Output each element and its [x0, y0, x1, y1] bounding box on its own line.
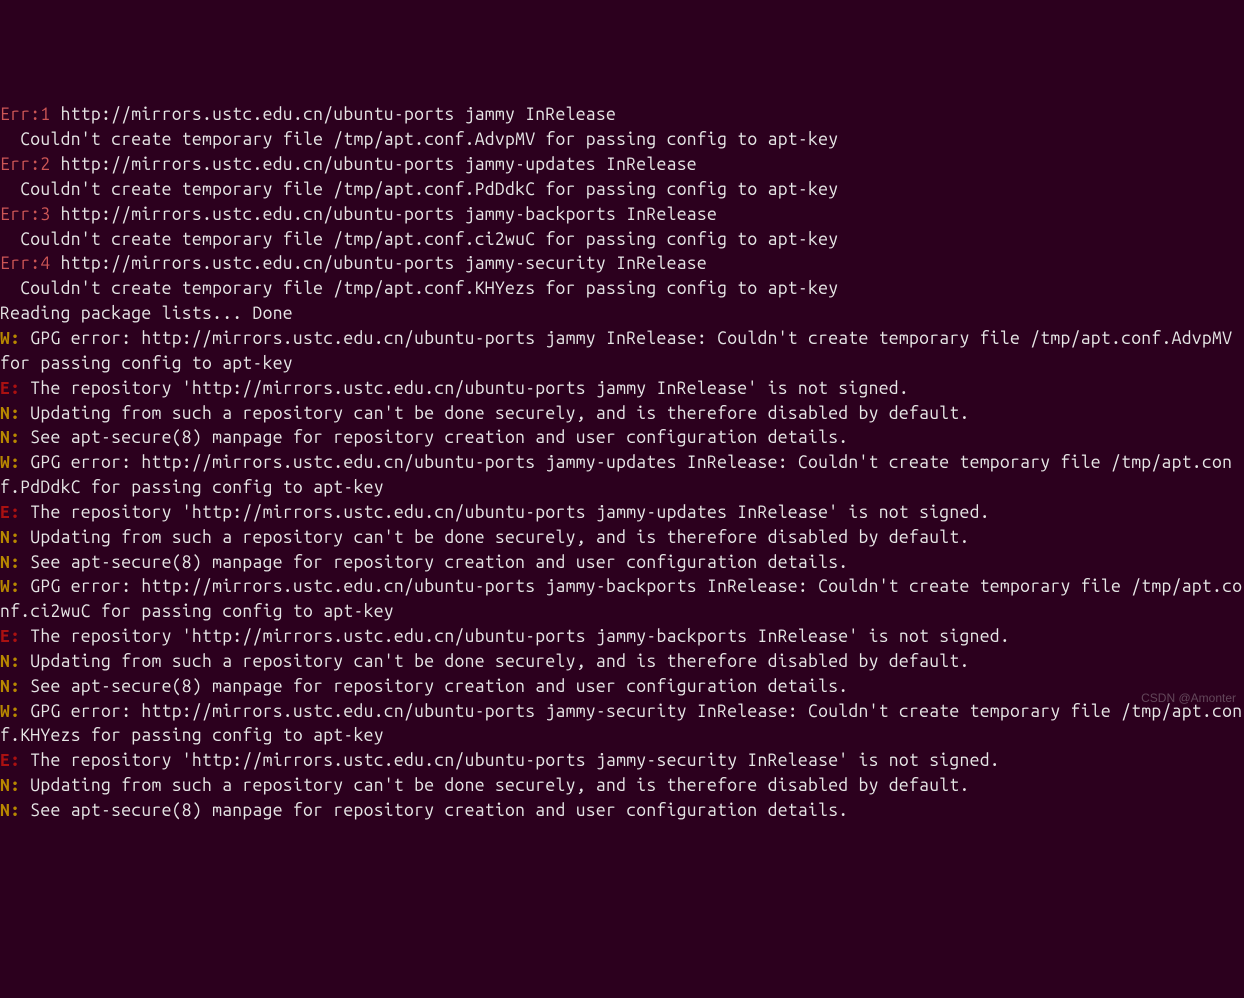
line-text: http://mirrors.ustc.edu.cn/ubuntu-ports …: [51, 155, 697, 174]
err-prefix: Err:1: [0, 105, 51, 124]
terminal-line: W: GPG error: http://mirrors.ustc.edu.cn…: [0, 451, 1244, 501]
error-prefix: E:: [0, 379, 20, 398]
notice-prefix: N:: [0, 553, 20, 572]
terminal-line: Reading package lists... Done: [0, 302, 1244, 327]
line-text: GPG error: http://mirrors.ustc.edu.cn/ub…: [0, 577, 1242, 621]
line-text: Couldn't create temporary file /tmp/apt.…: [0, 180, 838, 199]
terminal-line: Couldn't create temporary file /tmp/apt.…: [0, 228, 1244, 253]
line-text: The repository 'http://mirrors.ustc.edu.…: [20, 751, 1000, 770]
terminal-line: E: The repository 'http://mirrors.ustc.e…: [0, 749, 1244, 774]
terminal-line: N: See apt-secure(8) manpage for reposit…: [0, 551, 1244, 576]
terminal-line: Err:3 http://mirrors.ustc.edu.cn/ubuntu-…: [0, 203, 1244, 228]
notice-prefix: N:: [0, 776, 20, 795]
warning-prefix: W:: [0, 329, 20, 348]
line-text: http://mirrors.ustc.edu.cn/ubuntu-ports …: [51, 254, 708, 273]
terminal-line: Couldn't create temporary file /tmp/apt.…: [0, 277, 1244, 302]
line-text: http://mirrors.ustc.edu.cn/ubuntu-ports …: [51, 105, 617, 124]
notice-prefix: N:: [0, 652, 20, 671]
line-text: The repository 'http://mirrors.ustc.edu.…: [20, 627, 1010, 646]
terminal-line: W: GPG error: http://mirrors.ustc.edu.cn…: [0, 575, 1244, 625]
terminal-line: W: GPG error: http://mirrors.ustc.edu.cn…: [0, 700, 1244, 750]
notice-prefix: N:: [0, 528, 20, 547]
err-prefix: Err:3: [0, 205, 51, 224]
terminal-output: Err:1 http://mirrors.ustc.edu.cn/ubuntu-…: [0, 103, 1244, 823]
error-prefix: E:: [0, 751, 20, 770]
terminal-line: E: The repository 'http://mirrors.ustc.e…: [0, 501, 1244, 526]
terminal-line: Couldn't create temporary file /tmp/apt.…: [0, 178, 1244, 203]
terminal-line: Err:2 http://mirrors.ustc.edu.cn/ubuntu-…: [0, 153, 1244, 178]
terminal-line: N: Updating from such a repository can't…: [0, 650, 1244, 675]
line-text: See apt-secure(8) manpage for repository…: [20, 428, 848, 447]
terminal-line: N: See apt-secure(8) manpage for reposit…: [0, 675, 1244, 700]
notice-prefix: N:: [0, 801, 20, 820]
line-text: GPG error: http://mirrors.ustc.edu.cn/ub…: [0, 329, 1242, 373]
error-prefix: E:: [0, 627, 20, 646]
notice-prefix: N:: [0, 428, 20, 447]
terminal-line: Err:4 http://mirrors.ustc.edu.cn/ubuntu-…: [0, 252, 1244, 277]
terminal-line: Couldn't create temporary file /tmp/apt.…: [0, 128, 1244, 153]
error-prefix: E:: [0, 503, 20, 522]
line-text: See apt-secure(8) manpage for repository…: [20, 553, 848, 572]
line-text: GPG error: http://mirrors.ustc.edu.cn/ub…: [0, 453, 1232, 497]
notice-prefix: N:: [0, 677, 20, 696]
line-text: See apt-secure(8) manpage for repository…: [20, 677, 848, 696]
line-text: Couldn't create temporary file /tmp/apt.…: [0, 230, 838, 249]
terminal-line: Err:1 http://mirrors.ustc.edu.cn/ubuntu-…: [0, 103, 1244, 128]
line-text: Updating from such a repository can't be…: [20, 404, 969, 423]
warning-prefix: W:: [0, 702, 20, 721]
terminal-line: N: Updating from such a repository can't…: [0, 526, 1244, 551]
line-text: Couldn't create temporary file /tmp/apt.…: [0, 130, 838, 149]
line-text: The repository 'http://mirrors.ustc.edu.…: [20, 503, 990, 522]
notice-prefix: N:: [0, 404, 20, 423]
err-prefix: Err:4: [0, 254, 51, 273]
warning-prefix: W:: [0, 453, 20, 472]
watermark-text: CSDN @Amonter: [1141, 690, 1236, 707]
terminal-line: N: See apt-secure(8) manpage for reposit…: [0, 799, 1244, 824]
terminal-line: N: Updating from such a repository can't…: [0, 402, 1244, 427]
line-text: GPG error: http://mirrors.ustc.edu.cn/ub…: [0, 702, 1242, 746]
warning-prefix: W:: [0, 577, 20, 596]
line-text: Reading package lists... Done: [0, 304, 293, 323]
line-text: The repository 'http://mirrors.ustc.edu.…: [20, 379, 909, 398]
line-text: Updating from such a repository can't be…: [20, 776, 969, 795]
line-text: http://mirrors.ustc.edu.cn/ubuntu-ports …: [51, 205, 718, 224]
line-text: Updating from such a repository can't be…: [20, 652, 969, 671]
terminal-line: W: GPG error: http://mirrors.ustc.edu.cn…: [0, 327, 1244, 377]
line-text: See apt-secure(8) manpage for repository…: [20, 801, 848, 820]
line-text: Updating from such a repository can't be…: [20, 528, 969, 547]
line-text: Couldn't create temporary file /tmp/apt.…: [0, 279, 838, 298]
terminal-line: E: The repository 'http://mirrors.ustc.e…: [0, 377, 1244, 402]
err-prefix: Err:2: [0, 155, 51, 174]
terminal-line: E: The repository 'http://mirrors.ustc.e…: [0, 625, 1244, 650]
terminal-line: N: See apt-secure(8) manpage for reposit…: [0, 426, 1244, 451]
terminal-line: N: Updating from such a repository can't…: [0, 774, 1244, 799]
